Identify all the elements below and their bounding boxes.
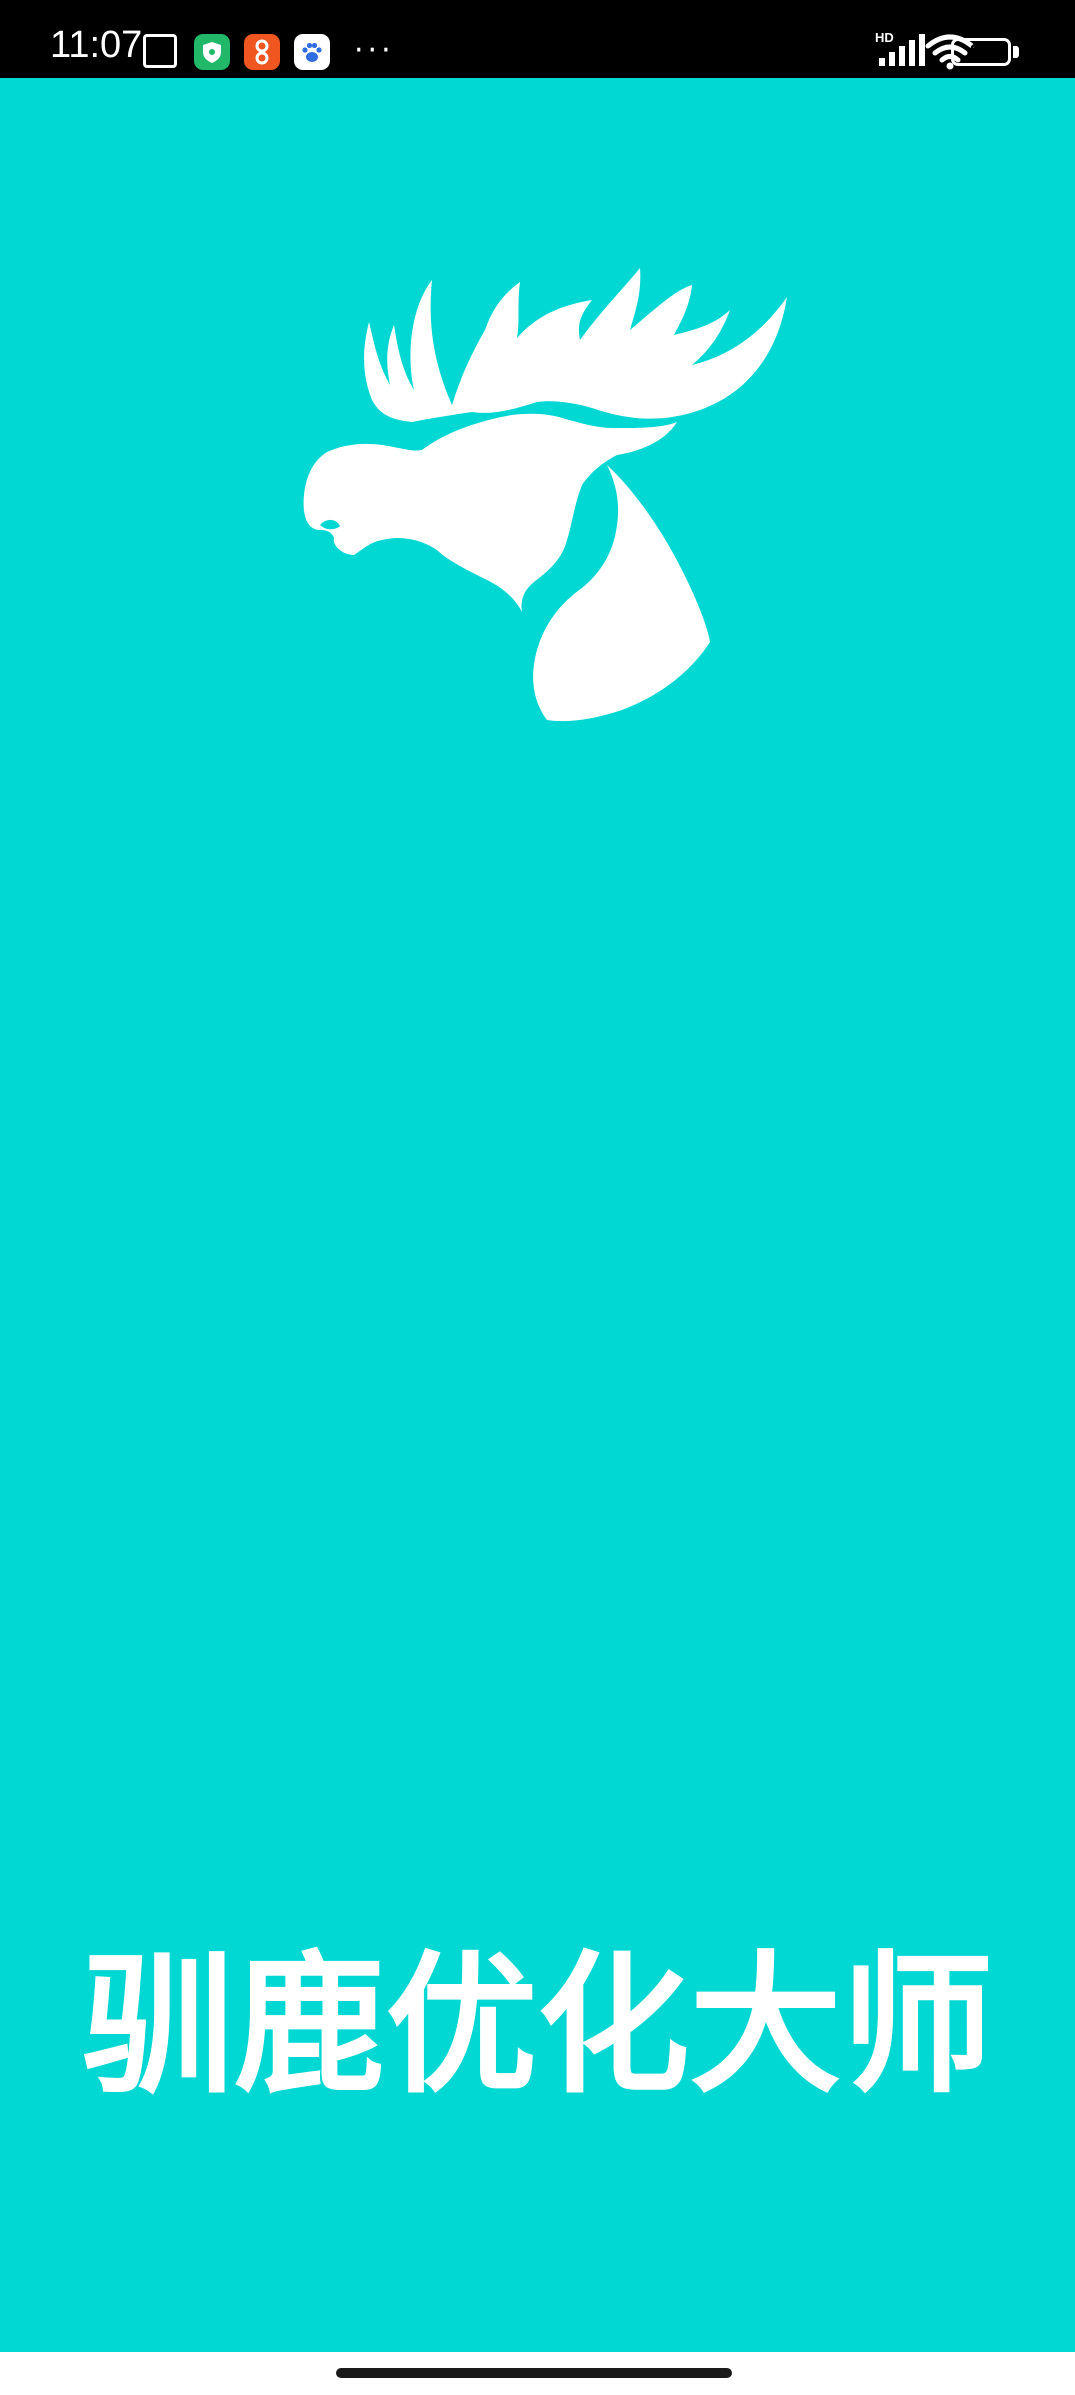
- home-indicator[interactable]: [336, 2368, 732, 2378]
- nfc-icon: [143, 34, 177, 68]
- splash-screen: 11:07 ··· HD 91 驯鹿优化大师: [0, 0, 1075, 2395]
- shield-app-icon: [194, 34, 230, 70]
- network-type-label: HD: [875, 30, 894, 45]
- status-time: 11:07: [50, 24, 143, 66]
- app-name-title: 驯鹿优化大师: [81, 1937, 994, 2114]
- status-bar: 11:07 ··· HD 91: [0, 0, 1075, 78]
- more-notifications-indicator: ···: [354, 33, 395, 68]
- orange-app-icon: [244, 34, 280, 70]
- paw-app-icon: [294, 34, 330, 70]
- battery-tip: [1013, 46, 1019, 58]
- moose-head-icon: [303, 268, 787, 722]
- battery-percentage: 91: [969, 41, 993, 63]
